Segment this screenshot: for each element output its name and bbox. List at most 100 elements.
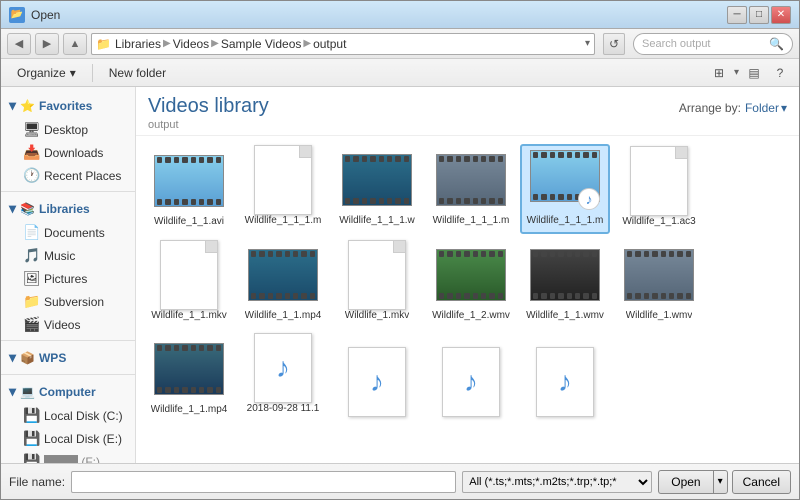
library-subtitle: output bbox=[148, 119, 269, 131]
file-item[interactable]: Wildlife_1_1.mp4 bbox=[144, 332, 234, 422]
file-name: Wildlife_1_1_1.mp4 bbox=[526, 214, 604, 228]
file-item[interactable]: Wildlife_1_1.mkv bbox=[144, 238, 234, 328]
filename-input[interactable] bbox=[71, 471, 456, 493]
arrange-by-value[interactable]: Folder ▾ bbox=[745, 101, 787, 115]
filetype-select[interactable]: All (*.ts;*.mts;*.m2ts;*.trp;*.tp;* bbox=[462, 471, 652, 493]
breadcrumb-sep2: ▶ bbox=[211, 38, 219, 49]
content-area: ▾ ⭐ Favorites 🖥 Desktop 📥 Downloads 🕐 Re… bbox=[1, 87, 799, 463]
video-image bbox=[155, 156, 223, 206]
sidebar-item-documents[interactable]: 📄 Documents bbox=[1, 221, 135, 244]
video-thumbnail bbox=[154, 343, 224, 395]
file-item[interactable]: ♪ bbox=[426, 332, 516, 422]
file-item[interactable]: ♪ bbox=[332, 332, 422, 422]
search-icon[interactable]: 🔍 bbox=[769, 37, 784, 51]
file-thumbnail bbox=[436, 150, 506, 210]
address-bar[interactable]: 📁 Libraries ▶ Videos ▶ Sample Videos ▶ o… bbox=[91, 33, 595, 55]
file-name: Wildlife_1_1.mp4 bbox=[245, 309, 322, 322]
search-placeholder: Search output bbox=[642, 38, 711, 50]
main-header: Videos library output Arrange by: Folder… bbox=[136, 87, 799, 136]
video-thumbnail bbox=[436, 249, 506, 301]
view-details-button[interactable]: ▤ bbox=[743, 62, 765, 84]
file-thumbnail: ♪ bbox=[530, 352, 600, 412]
computer-label: Computer bbox=[39, 385, 96, 399]
sidebar-wps-header[interactable]: ▾ 📦 WPS bbox=[1, 345, 135, 370]
file-thumbnail: ♪ bbox=[436, 352, 506, 412]
new-folder-label: New folder bbox=[109, 66, 166, 80]
new-folder-button[interactable]: New folder bbox=[101, 62, 174, 84]
file-name: Wildlife_1_1_1.mkv bbox=[244, 214, 322, 228]
up-button[interactable]: ▲ bbox=[63, 33, 87, 55]
file-item[interactable]: Wildlife_1_1_1.mkv bbox=[238, 144, 328, 234]
file-name: Wildlife_1_1.wmv bbox=[526, 309, 604, 322]
file-item[interactable]: Wildlife_1.wmv bbox=[614, 238, 704, 328]
sidebar-favorites-header[interactable]: ▾ ⭐ Favorites bbox=[1, 93, 135, 118]
file-name: Wildlife_1.mkv bbox=[345, 309, 409, 322]
sidebar-item-pictures[interactable]: 🖼 Pictures bbox=[1, 267, 135, 290]
sidebar-item-music[interactable]: 🎵 Music bbox=[1, 244, 135, 267]
file-name: Wildlife_1_1_1.wmv bbox=[338, 214, 416, 228]
sidebar-item-videos[interactable]: 🎬 Videos bbox=[1, 313, 135, 336]
breadcrumb-output[interactable]: output bbox=[313, 37, 346, 51]
video-image bbox=[155, 344, 223, 394]
libraries-label: Libraries bbox=[39, 202, 90, 216]
file-item-selected[interactable]: ♪ Wildlife_1_1_1.mp4 bbox=[520, 144, 610, 234]
wps-label: WPS bbox=[39, 351, 66, 365]
sidebar-item-music-label: Music bbox=[44, 249, 75, 263]
file-item[interactable]: Wildlife_1_1_1.wmv bbox=[332, 144, 422, 234]
help-button[interactable]: ? bbox=[769, 62, 791, 84]
computer-expand-icon: ▾ bbox=[9, 383, 16, 400]
breadcrumb-sep1: ▶ bbox=[163, 38, 171, 49]
cancel-button[interactable]: Cancel bbox=[732, 470, 791, 494]
recent-icon: 🕐 bbox=[23, 167, 39, 184]
organize-label: Organize bbox=[17, 66, 66, 80]
subversion-icon: 📁 bbox=[23, 293, 39, 310]
open-dropdown-button[interactable]: ▾ bbox=[713, 470, 728, 494]
file-thumbnail bbox=[248, 150, 318, 210]
window-title: Open bbox=[31, 8, 727, 22]
view-icons-button[interactable]: ⊞ bbox=[708, 62, 730, 84]
maximize-button[interactable]: □ bbox=[749, 6, 769, 24]
sidebar-item-c[interactable]: 💾 Local Disk (C:) bbox=[1, 404, 135, 427]
file-item[interactable]: Wildlife_1_1.wmv bbox=[520, 238, 610, 328]
title-bar: 📂 Open ─ □ ✕ bbox=[1, 1, 799, 29]
sidebar-item-downloads[interactable]: 📥 Downloads bbox=[1, 141, 135, 164]
file-item[interactable]: Wildlife_1.mkv bbox=[332, 238, 422, 328]
file-item[interactable]: Wildlife_1_1.avi bbox=[144, 144, 234, 234]
file-grid-container[interactable]: Wildlife_1_1.avi Wildlife_1_1_1.mkv bbox=[136, 136, 799, 463]
window-icon: 📂 bbox=[9, 7, 25, 23]
sidebar-item-desktop[interactable]: 🖥 Desktop bbox=[1, 118, 135, 141]
file-item[interactable]: Wildlife_1_1.mp4 bbox=[238, 238, 328, 328]
close-button[interactable]: ✕ bbox=[771, 6, 791, 24]
search-box[interactable]: Search output 🔍 bbox=[633, 33, 793, 55]
forward-button[interactable]: ▶ bbox=[35, 33, 59, 55]
minimize-button[interactable]: ─ bbox=[727, 6, 747, 24]
breadcrumb-samplevideos[interactable]: Sample Videos bbox=[221, 37, 302, 51]
back-button[interactable]: ◀ bbox=[7, 33, 31, 55]
sidebar-libraries-header[interactable]: ▾ 📚 Libraries bbox=[1, 196, 135, 221]
file-item[interactable]: ♪ 2018-09-28 11.17.10.mp4 bbox=[238, 332, 328, 422]
folder-icon: 📁 bbox=[96, 37, 111, 51]
file-thumbnail bbox=[248, 245, 318, 305]
file-item[interactable]: Wildlife_1_1.ac3 bbox=[614, 144, 704, 234]
refresh-button[interactable]: ↺ bbox=[603, 33, 625, 55]
file-item[interactable]: Wildlife_1_1_1.m4v bbox=[426, 144, 516, 234]
file-item[interactable]: ♪ bbox=[520, 332, 610, 422]
breadcrumb-dropdown-icon[interactable]: ▾ bbox=[585, 38, 590, 49]
open-button[interactable]: Open bbox=[658, 470, 712, 494]
library-title-area: Videos library output bbox=[148, 95, 269, 131]
sidebar-item-subversion[interactable]: 📁 Subversion bbox=[1, 290, 135, 313]
breadcrumb-videos[interactable]: Videos bbox=[173, 37, 209, 51]
video-image bbox=[531, 250, 599, 300]
doc-fold bbox=[393, 241, 405, 253]
main-panel: Videos library output Arrange by: Folder… bbox=[136, 87, 799, 463]
sidebar-computer-header[interactable]: ▾ 💻 Computer bbox=[1, 379, 135, 404]
arrange-by: Arrange by: Folder ▾ bbox=[679, 101, 787, 115]
breadcrumb-libraries[interactable]: Libraries bbox=[115, 37, 161, 51]
view-dropdown-icon[interactable]: ▾ bbox=[734, 67, 739, 78]
file-item[interactable]: Wildlife_1_2.wmv bbox=[426, 238, 516, 328]
sidebar-item-e[interactable]: 💾 Local Disk (E:) bbox=[1, 427, 135, 450]
sidebar-item-f[interactable]: 💾 ████ (F:) bbox=[1, 450, 135, 463]
sidebar-item-recent[interactable]: 🕐 Recent Places bbox=[1, 164, 135, 187]
file-name: Wildlife_1_1.mp4 bbox=[151, 403, 228, 416]
organize-button[interactable]: Organize ▾ bbox=[9, 62, 84, 84]
